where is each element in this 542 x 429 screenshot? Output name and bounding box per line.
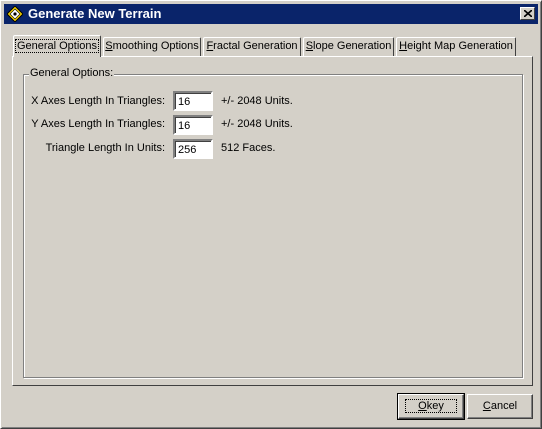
close-button[interactable] — [520, 7, 535, 20]
x-axes-units: +/- 2048 Units. — [221, 95, 293, 107]
dialog-window: Generate New Terrain General Options Smo… — [0, 0, 542, 429]
tab-smoothing-options[interactable]: Smoothing Options — [103, 37, 201, 56]
y-axes-units: +/- 2048 Units. — [221, 118, 293, 130]
x-axes-length-input[interactable]: 16 — [173, 91, 213, 111]
cancel-label: Cancel — [482, 400, 518, 412]
tab-label: General Options — [14, 39, 100, 53]
triangle-length-label: Triangle Length In Units: — [45, 142, 165, 154]
window-title: Generate New Terrain — [28, 6, 162, 21]
triangle-length-units: 512 Faces. — [221, 142, 276, 154]
tab-height-map-generation[interactable]: Height Map Generation — [396, 37, 516, 56]
tab-label: Height Map Generation — [399, 40, 513, 52]
cancel-button[interactable]: Cancel — [467, 394, 533, 419]
title-bar[interactable]: Generate New Terrain — [4, 4, 538, 24]
group-label: General Options: — [29, 67, 115, 79]
triangle-length-input[interactable]: 256 — [173, 139, 213, 159]
tab-general-options[interactable]: General Options — [13, 35, 101, 57]
tab-fractal-generation[interactable]: Fractal Generation — [203, 37, 301, 56]
app-diamond-icon — [7, 6, 23, 22]
tab-label: Fractal Generation — [206, 40, 298, 52]
okey-label: Okey — [405, 399, 457, 413]
tab-slope-generation[interactable]: Slope Generation — [303, 37, 394, 56]
okey-button[interactable]: Okey — [397, 393, 465, 420]
y-axes-length-input[interactable]: 16 — [173, 115, 213, 135]
tab-label: Slope Generation — [305, 40, 392, 52]
tab-panel-general: General Options: X Axes Length In Triang… — [12, 56, 533, 386]
close-icon — [524, 10, 532, 17]
x-axes-label: X Axes Length In Triangles: — [31, 95, 165, 107]
y-axes-label: Y Axes Length In Triangles: — [31, 118, 165, 130]
tab-label: Smoothing Options — [105, 40, 199, 52]
